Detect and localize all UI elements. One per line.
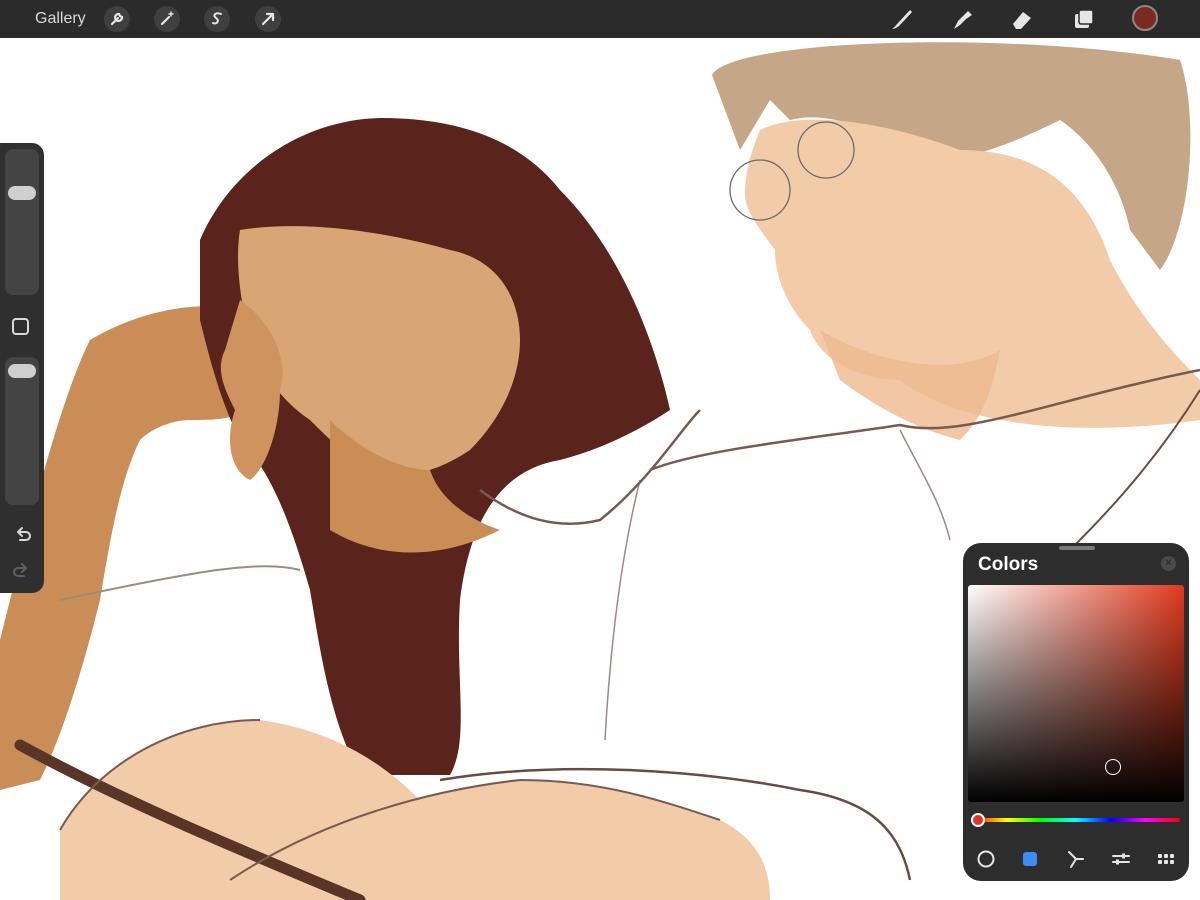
- opacity-slider[interactable]: [5, 357, 39, 505]
- wrench-icon[interactable]: [104, 6, 130, 32]
- top-toolbar: Gallery: [0, 0, 1200, 38]
- disc-icon[interactable]: [975, 848, 997, 870]
- smudge-icon[interactable]: [948, 5, 976, 33]
- redo-icon[interactable]: [11, 562, 33, 582]
- palettes-icon[interactable]: [1155, 848, 1177, 870]
- current-color-swatch[interactable]: [1132, 5, 1158, 31]
- hue-thumb[interactable]: [971, 813, 985, 827]
- value-icon[interactable]: [1110, 848, 1132, 870]
- left-sidebar: [0, 143, 44, 593]
- panel-grabber[interactable]: [1059, 546, 1095, 550]
- colors-title: Colors: [978, 554, 1039, 575]
- close-icon[interactable]: ×: [1161, 556, 1176, 571]
- color-cursor[interactable]: [1105, 759, 1121, 775]
- brush-size-thumb[interactable]: [8, 186, 36, 200]
- undo-icon[interactable]: [11, 526, 33, 546]
- magic-wand-icon[interactable]: [154, 6, 180, 32]
- harmony-icon[interactable]: [1065, 848, 1087, 870]
- opacity-thumb[interactable]: [8, 364, 36, 378]
- selection-icon[interactable]: [204, 6, 230, 32]
- layers-icon[interactable]: [1070, 5, 1098, 33]
- saturation-brightness-picker[interactable]: [968, 585, 1184, 802]
- gallery-button[interactable]: Gallery: [35, 10, 86, 28]
- transform-arrow-icon[interactable]: [255, 6, 281, 32]
- colors-panel: Colors ×: [963, 543, 1189, 881]
- hue-slider[interactable]: [972, 818, 1180, 822]
- classic-icon[interactable]: [1019, 848, 1041, 870]
- brush-size-slider[interactable]: [5, 149, 39, 295]
- eraser-icon[interactable]: [1008, 5, 1036, 33]
- brush-icon[interactable]: [888, 5, 916, 33]
- square-icon[interactable]: [12, 318, 29, 335]
